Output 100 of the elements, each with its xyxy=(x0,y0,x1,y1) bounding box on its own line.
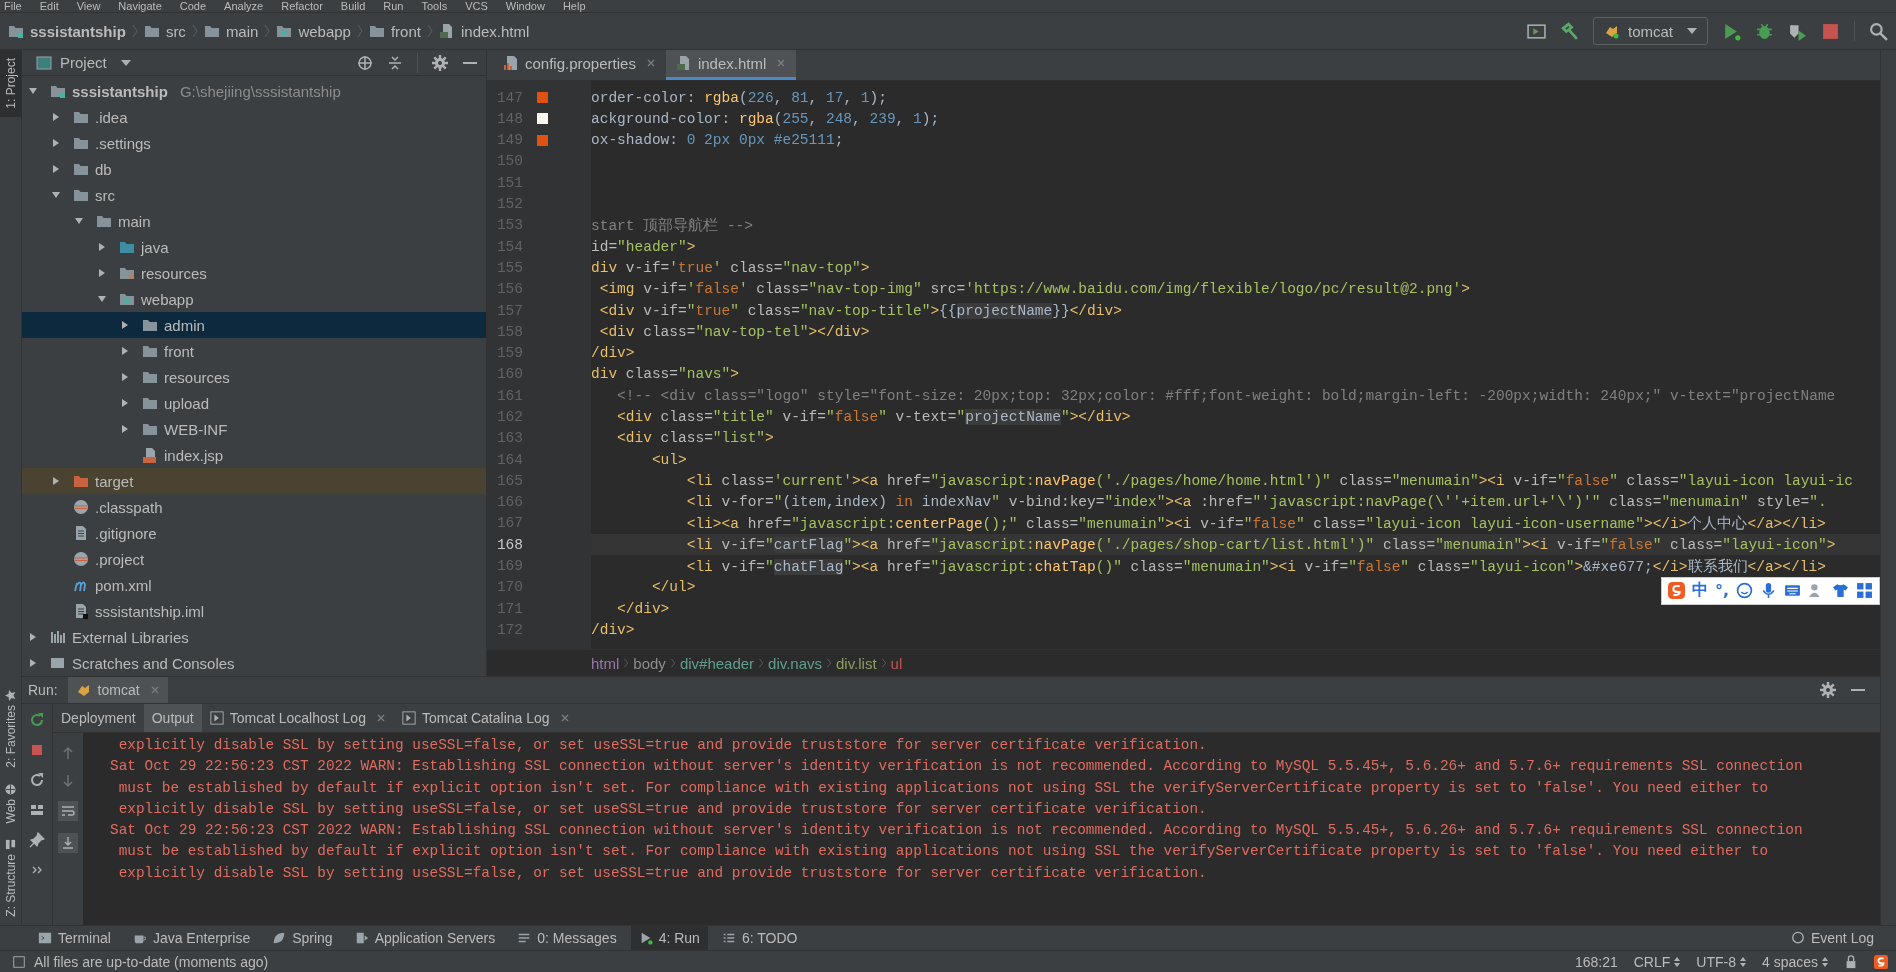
tree-item[interactable]: resources xyxy=(22,260,486,286)
settings-icon[interactable] xyxy=(432,54,448,71)
ime-mode[interactable]: 中 xyxy=(1691,580,1708,602)
collapsed-arrow-icon[interactable] xyxy=(97,242,107,252)
console-tab[interactable]: Output xyxy=(143,704,202,732)
expanded-arrow-icon[interactable] xyxy=(97,294,107,304)
tree-item[interactable]: admin xyxy=(22,312,486,338)
breadcrumb-item[interactable]: sssistantship xyxy=(30,22,126,40)
breadcrumb-item[interactable]: ul xyxy=(890,654,903,672)
breadcrumb-item[interactable]: main xyxy=(225,22,259,40)
run-config-dropdown[interactable]: tomcat xyxy=(1593,17,1708,45)
menu-item[interactable]: Tools xyxy=(421,0,448,12)
tree-item[interactable]: pom.xml xyxy=(22,572,486,598)
breadcrumb-item[interactable]: div#header xyxy=(679,654,755,672)
menu-item[interactable]: Run xyxy=(383,0,404,12)
crosshair-icon[interactable] xyxy=(357,54,373,71)
tree-item[interactable]: resources xyxy=(22,364,486,390)
tool-window-tab[interactable]: Spring xyxy=(264,926,341,950)
stop-icon[interactable] xyxy=(1821,21,1840,41)
tool-window-tab[interactable]: 2: Favorites xyxy=(0,682,22,776)
breadcrumb-item[interactable]: html xyxy=(591,654,620,672)
layout-icon[interactable] xyxy=(29,802,45,818)
shirt-icon[interactable] xyxy=(1832,582,1849,600)
collapsed-arrow-icon[interactable] xyxy=(120,398,130,408)
tree-item[interactable]: .project xyxy=(22,546,486,572)
event-log-tab[interactable]: Event Log xyxy=(1782,926,1882,950)
pin-icon[interactable] xyxy=(29,832,45,848)
collapsed-arrow-icon[interactable] xyxy=(51,476,61,486)
tree-item[interactable]: src xyxy=(22,182,486,208)
tree-item[interactable]: front xyxy=(22,338,486,364)
tree-item[interactable]: .gitignore xyxy=(22,520,486,546)
tree-item[interactable]: java xyxy=(22,234,486,260)
editor-tab[interactable]: config.properties xyxy=(493,50,666,80)
settings-icon[interactable] xyxy=(1820,682,1836,698)
tree-item[interactable]: External Libraries xyxy=(22,624,486,650)
rerun-icon[interactable] xyxy=(29,712,45,728)
run-icon[interactable] xyxy=(1722,21,1741,41)
tree-item[interactable]: sssistantship.iml xyxy=(22,598,486,624)
tree-item[interactable]: .classpath xyxy=(22,494,486,520)
tool-window-tab[interactable]: Z: Structure xyxy=(0,831,22,925)
collapsed-arrow-icon[interactable] xyxy=(120,424,130,434)
breadcrumb-item[interactable]: src xyxy=(165,22,186,40)
close-icon[interactable] xyxy=(375,713,386,723)
tree-item[interactable]: Scratches and Consoles xyxy=(22,650,486,676)
menu-item[interactable]: Navigate xyxy=(118,0,162,12)
collapsed-arrow-icon[interactable] xyxy=(120,372,130,382)
collapsed-arrow-icon[interactable] xyxy=(97,268,107,278)
tree-item[interactable]: main xyxy=(22,208,486,234)
grid-icon[interactable] xyxy=(1856,582,1873,600)
collapsed-arrow-icon[interactable] xyxy=(120,346,130,356)
bug-icon[interactable] xyxy=(1755,21,1774,41)
expanded-arrow-icon[interactable] xyxy=(74,216,84,226)
caret-position[interactable]: 168:21 xyxy=(1574,953,1618,970)
menu-item[interactable]: View xyxy=(76,0,101,12)
tree-item[interactable]: upload xyxy=(22,390,486,416)
menu-item[interactable]: Window xyxy=(505,0,545,12)
breadcrumb-item[interactable]: index.html xyxy=(460,22,530,40)
layout-icon[interactable] xyxy=(1527,21,1546,41)
console-tab[interactable]: Tomcat Localhost Log xyxy=(201,704,394,732)
tool-window-tab[interactable]: 0: Messages xyxy=(509,926,625,950)
console-tab[interactable]: Deployment xyxy=(53,704,144,732)
restart-icon[interactable] xyxy=(29,772,45,788)
tree-item[interactable]: .idea xyxy=(22,104,486,130)
search-icon[interactable] xyxy=(1869,21,1888,41)
tool-window-tab[interactable]: 4: Run xyxy=(630,926,708,950)
line-ending-selector[interactable]: CRLF xyxy=(1633,953,1681,970)
collapsed-arrow-icon[interactable] xyxy=(120,320,130,330)
breadcrumb-item[interactable]: front xyxy=(390,22,421,40)
code-editor[interactable] xyxy=(487,80,1880,650)
run-tab[interactable]: tomcat xyxy=(67,677,168,703)
tree-item[interactable]: webapp xyxy=(22,286,486,312)
menu-item[interactable]: Code xyxy=(179,0,207,12)
collapsed-arrow-icon[interactable] xyxy=(28,632,38,642)
tool-window-tab[interactable]: 6: TODO xyxy=(713,926,806,950)
caret-icon[interactable] xyxy=(120,59,131,66)
hammer-icon[interactable] xyxy=(1560,21,1579,41)
menu-item[interactable]: Help xyxy=(562,0,586,12)
tool-window-tab[interactable]: Application Servers xyxy=(346,926,504,950)
panel-title[interactable]: Project xyxy=(60,54,107,71)
breadcrumb-item[interactable]: body xyxy=(633,654,666,672)
tool-window-tab[interactable]: 1: Project xyxy=(0,50,22,117)
expanded-arrow-icon[interactable] xyxy=(28,86,38,96)
close-icon[interactable] xyxy=(559,713,570,723)
collapse-all-icon[interactable] xyxy=(387,54,403,71)
editor-tab[interactable]: index.html xyxy=(665,50,797,80)
smiley-icon[interactable] xyxy=(1736,582,1753,600)
ime-punctuation[interactable]: °, xyxy=(1714,581,1729,601)
collapsed-arrow-icon[interactable] xyxy=(51,138,61,148)
menu-item[interactable]: Build xyxy=(340,0,366,12)
menu-item[interactable]: Analyze xyxy=(224,0,264,12)
console-tab[interactable]: Tomcat Catalina Log xyxy=(393,704,578,732)
lock-icon[interactable] xyxy=(1844,954,1858,969)
tree-item[interactable]: .settings xyxy=(22,130,486,156)
tree-item[interactable]: sssistantship G:\shejiing\sssistantship xyxy=(22,78,486,104)
encoding-selector[interactable]: UTF-8 xyxy=(1696,953,1746,970)
close-icon[interactable] xyxy=(645,58,656,69)
menu-item[interactable]: File xyxy=(4,0,22,12)
expanded-arrow-icon[interactable] xyxy=(51,190,61,200)
tool-window-tab[interactable]: Web xyxy=(0,775,22,832)
panel-toggle-icon[interactable] xyxy=(12,954,26,969)
